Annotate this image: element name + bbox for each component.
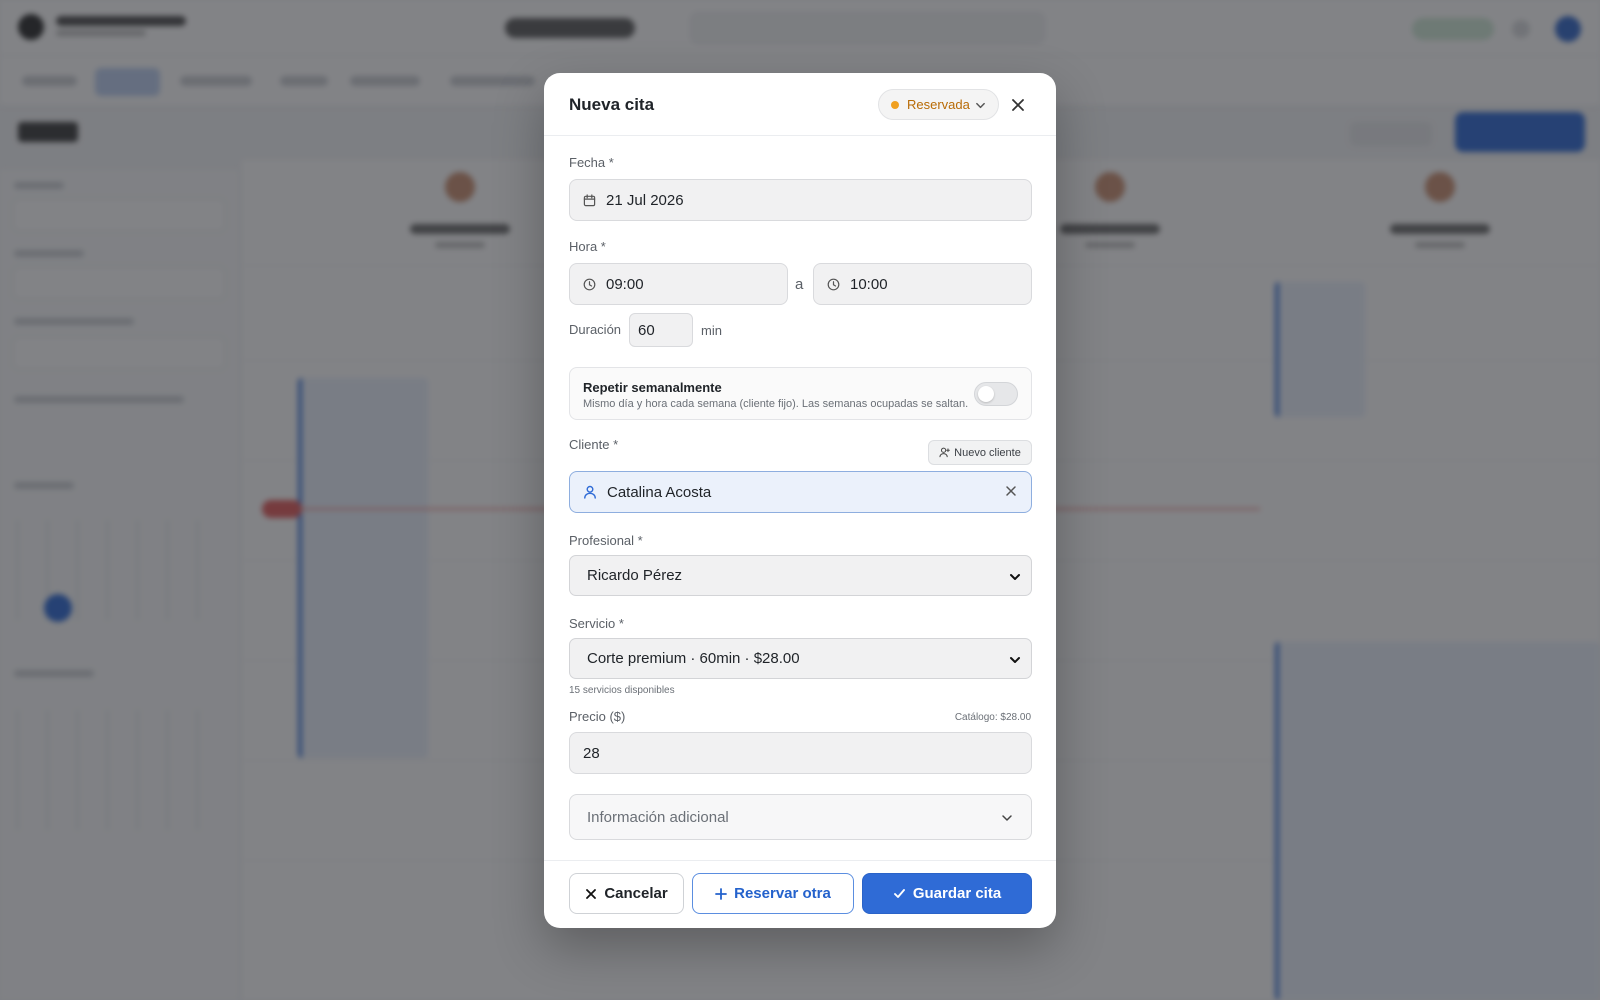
chevron-down-icon xyxy=(975,99,986,114)
book-another-label: Reservar otra xyxy=(734,885,831,902)
time-separator: a xyxy=(795,276,804,293)
price-label: Precio ($) xyxy=(569,709,626,724)
service-select[interactable]: Corte premium · 60min · $28.00 xyxy=(569,638,1032,679)
book-another-button[interactable]: Reservar otra xyxy=(692,873,854,914)
status-dropdown[interactable]: Reservada xyxy=(878,89,999,120)
duration-input[interactable]: 60 xyxy=(629,313,693,347)
check-icon xyxy=(893,887,906,900)
cancel-button[interactable]: Cancelar xyxy=(569,873,684,914)
repeat-weekly-toggle[interactable] xyxy=(974,382,1018,406)
date-label: Fecha * xyxy=(569,155,614,170)
clock-icon xyxy=(583,278,596,291)
duration-label: Duración xyxy=(569,322,622,337)
close-icon xyxy=(585,888,597,900)
client-value: Catalina Acosta xyxy=(607,483,712,501)
new-client-button[interactable]: Nuevo cliente xyxy=(928,440,1032,465)
repeat-weekly-title: Repetir semanalmente xyxy=(583,380,722,395)
duration-unit: min xyxy=(701,323,722,338)
services-available-hint: 15 servicios disponibles xyxy=(569,685,675,696)
status-dot-icon xyxy=(891,100,899,109)
close-icon[interactable] xyxy=(1007,94,1029,116)
chevron-down-icon xyxy=(1009,653,1021,670)
catalog-price: Catálogo: $28.00 xyxy=(954,712,1031,723)
date-value: 21 Jul 2026 xyxy=(606,191,684,209)
new-appointment-modal: Nueva cita Reservada Fecha * 21 Jul 2026… xyxy=(544,73,1056,928)
start-time-input[interactable]: 09:00 xyxy=(569,263,788,305)
professional-value: Ricardo Pérez xyxy=(587,567,683,584)
new-client-label: Nuevo cliente xyxy=(954,446,1021,459)
status-label: Reservada xyxy=(907,97,970,112)
save-label: Guardar cita xyxy=(912,885,1002,902)
repeat-weekly-description: Mismo día y hora cada semana (cliente fi… xyxy=(583,398,969,410)
start-time-value: 09:00 xyxy=(606,275,644,293)
service-label: Servicio * xyxy=(569,616,624,631)
client-input[interactable]: Catalina Acosta xyxy=(569,471,1032,513)
professional-label: Profesional * xyxy=(569,533,643,548)
service-value: Corte premium · 60min · $28.00 xyxy=(587,650,800,667)
repeat-weekly-card: Repetir semanalmente Mismo día y hora ca… xyxy=(569,367,1032,420)
plus-icon xyxy=(715,887,728,900)
user-icon xyxy=(583,485,597,499)
additional-info-label: Información adicional xyxy=(587,808,729,826)
additional-info-toggle[interactable]: Información adicional xyxy=(569,794,1032,840)
client-label: Cliente * xyxy=(569,437,619,452)
modal-header: Nueva cita Reservada xyxy=(544,73,1056,136)
modal-footer: Cancelar Reservar otra Guardar cita xyxy=(544,860,1056,928)
clock-icon xyxy=(827,278,840,291)
end-time-input[interactable]: 10:00 xyxy=(813,263,1032,305)
calendar-icon xyxy=(583,193,596,207)
user-plus-icon xyxy=(939,447,951,458)
price-input[interactable]: 28 xyxy=(569,732,1032,774)
save-appointment-button[interactable]: Guardar cita xyxy=(862,873,1032,914)
cancel-label: Cancelar xyxy=(604,885,668,902)
end-time-value: 10:00 xyxy=(850,275,888,293)
chevron-down-icon xyxy=(1000,811,1014,829)
professional-select[interactable]: Ricardo Pérez xyxy=(569,555,1032,596)
chevron-down-icon xyxy=(1009,570,1021,587)
date-input[interactable]: 21 Jul 2026 xyxy=(569,179,1032,221)
clear-client-icon[interactable] xyxy=(1005,485,1017,497)
modal-title: Nueva cita xyxy=(569,95,655,114)
time-label: Hora * xyxy=(569,239,606,254)
